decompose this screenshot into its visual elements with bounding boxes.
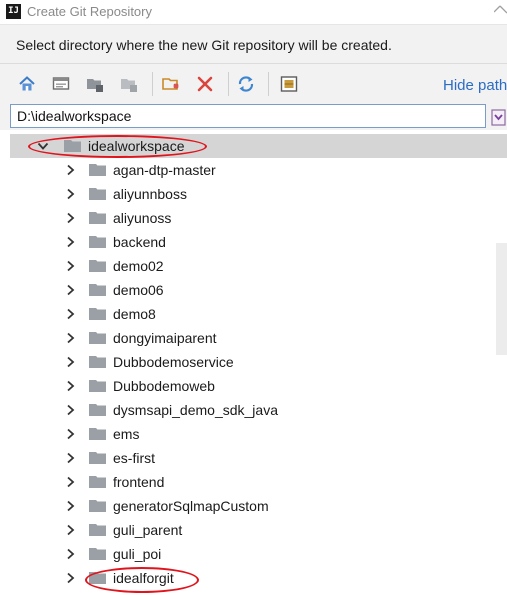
toolbar-separator [152,72,153,96]
tree-item-label: dongyimaiparent [113,330,217,346]
vertical-scrollbar[interactable] [496,243,507,355]
tree-item-label: Dubbodemoservice [113,354,234,370]
tree-item-row[interactable]: dysmsapi_demo_sdk_java [10,398,507,422]
tree-item-label: guli_poi [113,546,162,562]
chevron-right-icon[interactable] [64,523,76,537]
window-title: Create Git Repository [27,4,152,19]
chevron-right-icon[interactable] [64,187,76,201]
folder-icon [89,307,107,321]
folder-icon [89,355,107,369]
toolbar-separator [228,72,229,96]
description-text: Select directory where the new Git repos… [16,37,392,53]
folder-icon [89,283,107,297]
refresh-icon[interactable] [236,74,256,94]
chevron-right-icon[interactable] [64,331,76,345]
path-history-icon[interactable] [490,106,507,128]
tree-item-label: guli_parent [113,522,183,538]
tree-item-label: dysmsapi_demo_sdk_java [113,402,278,418]
toolbar: Hide path [0,64,507,104]
folder-icon [89,547,107,561]
tree-item-label: backend [113,234,166,250]
tree-item-row[interactable]: aliyunnboss [10,182,507,206]
chevron-right-icon[interactable] [64,379,76,393]
tree-item-label: Dubbodemoweb [113,378,215,394]
toolbar-separator [268,72,269,96]
tree-item-row[interactable]: aliyunoss [10,206,507,230]
tree-item-label: demo06 [113,282,164,298]
chevron-right-icon[interactable] [64,235,76,249]
path-input[interactable] [10,104,486,128]
title-bar: IJ Create Git Repository [0,0,507,24]
annotation-circle-idealforgit [85,567,199,593]
tree-item-label: agan-dtp-master [113,162,216,178]
folder-icon [89,235,107,249]
chevron-right-icon[interactable] [64,475,76,489]
tree-item-label: es-first [113,450,155,466]
chevron-right-icon[interactable] [64,211,76,225]
folder-icon [89,331,107,345]
desktop-icon[interactable] [51,74,71,94]
app-icon: IJ [6,4,21,19]
tree-item-row[interactable]: backend [10,230,507,254]
tree-item-label: demo02 [113,258,164,274]
folder-icon [89,475,107,489]
chevron-right-icon[interactable] [64,307,76,321]
close-icon[interactable] [494,2,507,20]
folder-icon [89,379,107,393]
folder-icon [89,211,107,225]
show-hidden-icon[interactable] [279,74,299,94]
tree-item-label: ems [113,426,140,442]
annotation-circle-root [28,135,207,158]
chevron-right-icon[interactable] [64,451,76,465]
tree-item-row[interactable]: agan-dtp-master [10,158,507,182]
tree-item-row[interactable]: Dubbodemoservice [10,350,507,374]
folder-icon [89,427,107,441]
folder-icon [89,259,107,273]
tree-item-row[interactable]: guli_poi [10,542,507,566]
tree-item-row[interactable]: Dubbodemoweb [10,374,507,398]
tree-item-row[interactable]: dongyimaiparent [10,326,507,350]
chevron-right-icon[interactable] [64,355,76,369]
home-icon[interactable] [17,74,37,94]
chevron-right-icon[interactable] [64,427,76,441]
chevron-right-icon[interactable] [64,163,76,177]
chevron-right-icon[interactable] [64,571,76,585]
chevron-right-icon[interactable] [64,499,76,513]
folder-icon [89,163,107,177]
project-folder-icon[interactable] [119,74,139,94]
directory-tree[interactable]: idealworkspace agan-dtp-master aliyunnbos… [10,134,507,595]
folder-icon [89,523,107,537]
tree-item-row[interactable]: frontend [10,470,507,494]
chevron-right-icon[interactable] [64,403,76,417]
module-folder-icon[interactable] [85,74,105,94]
tree-item-row[interactable]: demo8 [10,302,507,326]
chevron-right-icon[interactable] [64,283,76,297]
tree-item-label: demo8 [113,306,156,322]
folder-icon [89,403,107,417]
tree-item-row[interactable]: generatorSqlmapCustom [10,494,507,518]
tree-item-label: aliyunnboss [113,186,187,202]
hide-path-link[interactable]: Hide path [443,77,507,94]
tree-item-row[interactable]: es-first [10,446,507,470]
new-folder-icon[interactable] [161,74,181,94]
tree-item-row[interactable]: demo06 [10,278,507,302]
chevron-right-icon[interactable] [64,547,76,561]
tree-item-row[interactable]: demo02 [10,254,507,278]
folder-icon [89,499,107,513]
tree-item-row[interactable]: guli_parent [10,518,507,542]
description-panel: Select directory where the new Git repos… [0,24,507,64]
tree-item-row[interactable]: ems [10,422,507,446]
tree-item-label: frontend [113,474,165,490]
folder-icon [89,451,107,465]
folder-icon [89,187,107,201]
tree-item-label: aliyunoss [113,210,172,226]
path-row [0,104,507,130]
chevron-right-icon[interactable] [64,259,76,273]
tree-item-label: generatorSqlmapCustom [113,498,269,514]
delete-icon[interactable] [195,74,215,94]
